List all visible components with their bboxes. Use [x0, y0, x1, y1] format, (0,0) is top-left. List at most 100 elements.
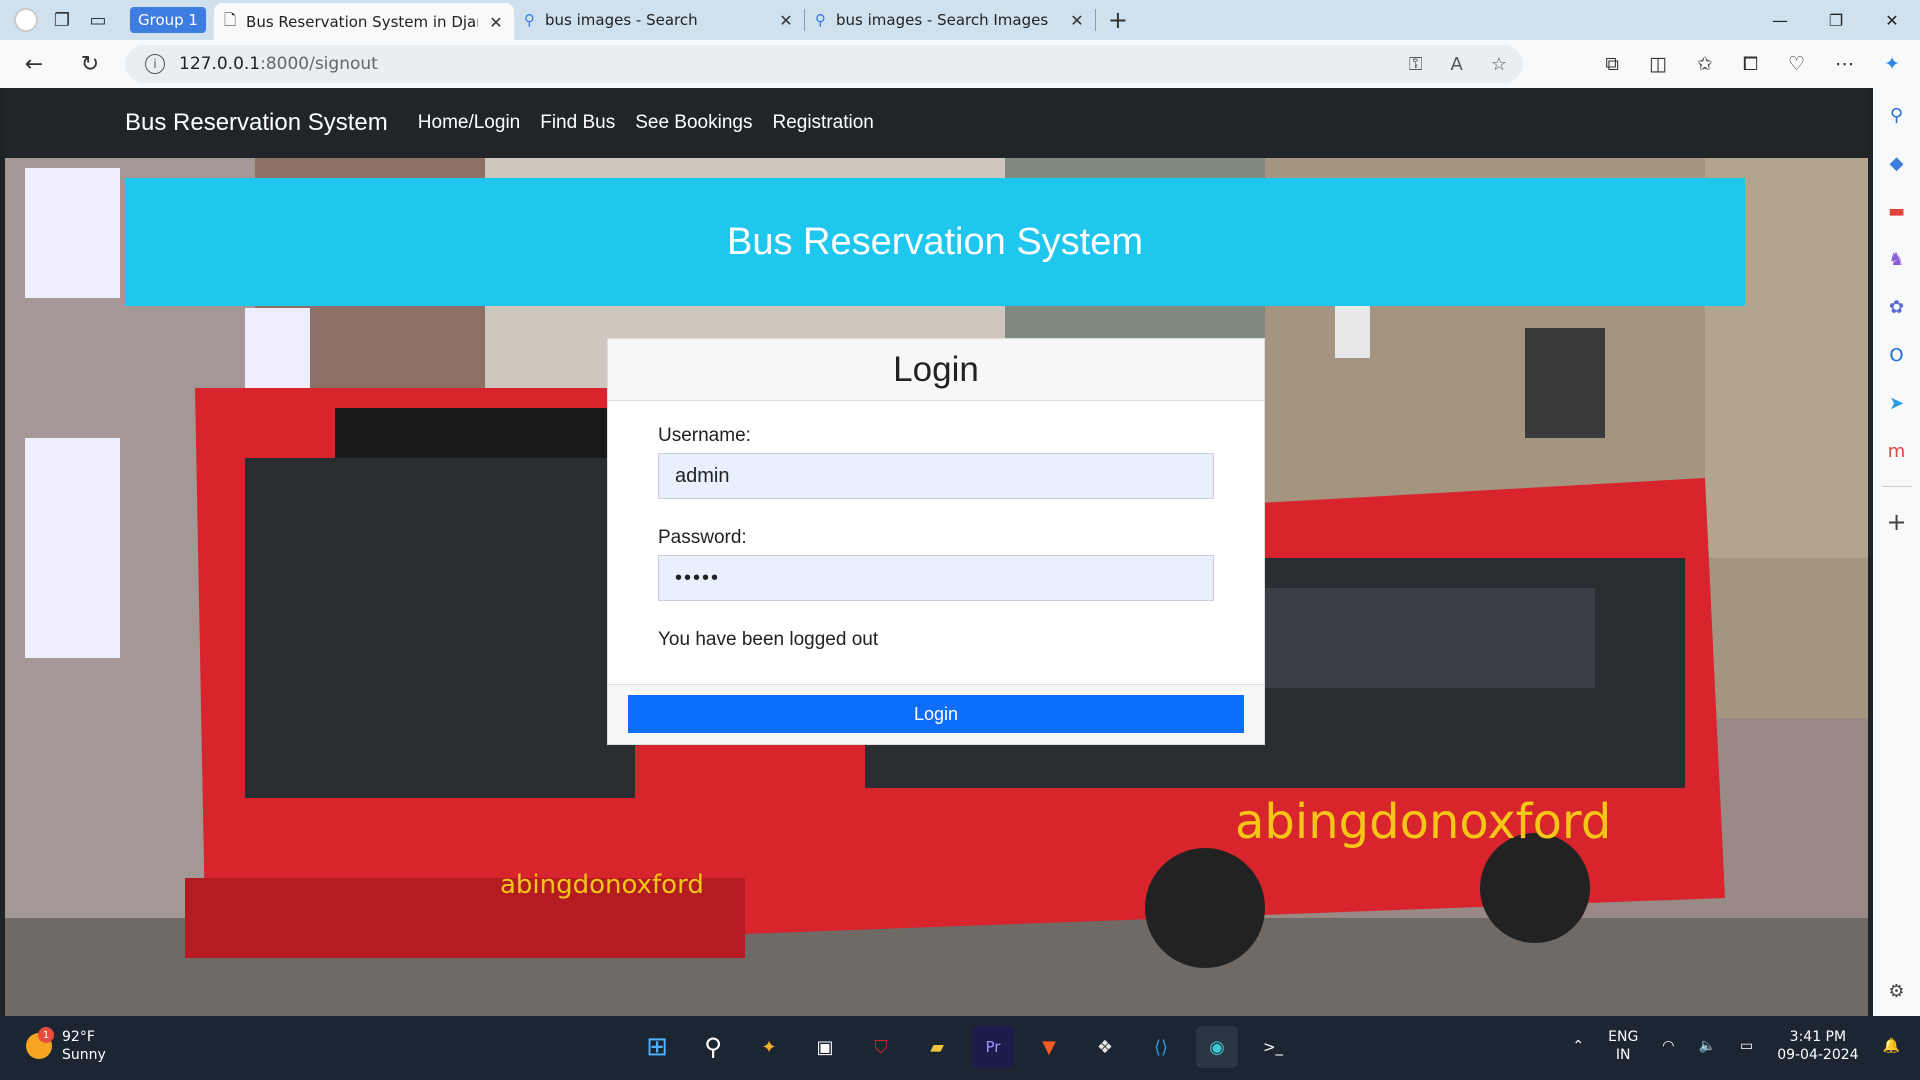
- m365-icon[interactable]: ✿: [1884, 294, 1910, 320]
- login-button[interactable]: Login: [628, 695, 1244, 733]
- region-code: IN: [1615, 1047, 1631, 1063]
- clock-date: 09-04-2024: [1777, 1047, 1859, 1063]
- split-screen-icon[interactable]: ◫: [1649, 53, 1667, 75]
- password-label: Password:: [658, 527, 747, 548]
- lang-code: ENG: [1608, 1029, 1639, 1045]
- copilot-preview-icon[interactable]: ✦: [748, 1026, 790, 1068]
- url-field[interactable]: i 127.0.0.1:8000/signout ⚿ A ☆: [125, 45, 1523, 83]
- games-icon[interactable]: ♞: [1884, 246, 1910, 272]
- nav-registration[interactable]: Registration: [772, 112, 873, 134]
- search-icon: ⚲: [523, 11, 535, 29]
- navbar-brand[interactable]: Bus Reservation System: [125, 109, 388, 137]
- key-icon[interactable]: ⚿: [1409, 54, 1423, 75]
- battery-icon[interactable]: ▭: [1740, 1038, 1753, 1054]
- collections-icon[interactable]: ⧠: [1743, 53, 1758, 75]
- url-path: :8000/signout: [260, 54, 378, 74]
- add-sidebar-app-icon[interactable]: +: [1884, 508, 1910, 536]
- taskbar-apps: ⊞ ⚲ ✦ ▣ ⛉ ▰ Pr ▼ ❖ ⟨⟩ ◉ >_: [636, 1026, 1294, 1068]
- clock[interactable]: 3:41 PM 09-04-2024: [1777, 1028, 1858, 1064]
- app-m-icon[interactable]: m: [1884, 438, 1910, 464]
- close-window-icon[interactable]: ✕: [1864, 0, 1920, 40]
- premiere-pro-icon[interactable]: Pr: [972, 1026, 1014, 1068]
- terminal-icon[interactable]: >_: [1252, 1026, 1294, 1068]
- tab-actions-icon[interactable]: ▭: [80, 2, 116, 38]
- site-info-icon[interactable]: i: [145, 54, 165, 74]
- nav-see-bookings[interactable]: See Bookings: [635, 112, 752, 134]
- svg-text:abingdonoxford: abingdonoxford: [1235, 794, 1611, 850]
- close-tab-icon[interactable]: ✕: [778, 11, 794, 30]
- logout-message: You have been logged out: [658, 629, 879, 650]
- taskbar: 1 92°F Sunny ⊞ ⚲ ✦ ▣ ⛉ ▰ Pr ▼ ❖ ⟨⟩ ◉ >_ …: [0, 1016, 1920, 1080]
- copilot-icon[interactable]: ✦: [1884, 53, 1900, 75]
- sidebar-settings-icon[interactable]: ⚙: [1884, 978, 1910, 1004]
- system-tray: ⌃ ENG IN ◠ 🔈 ▭ 3:41 PM 09-04-2024 🔔: [1572, 1028, 1900, 1064]
- tab-group-label[interactable]: Group 1: [130, 7, 206, 33]
- task-view-icon[interactable]: ▣: [804, 1026, 846, 1068]
- temperature: 92°F: [62, 1029, 95, 1045]
- browser-essentials-icon[interactable]: ♡: [1788, 53, 1805, 75]
- restore-icon[interactable]: ❐: [1808, 0, 1864, 40]
- tab-bus-images-search-images[interactable]: ⚲ bus images - Search Images ✕: [805, 0, 1095, 40]
- language-indicator[interactable]: ENG IN: [1608, 1028, 1638, 1064]
- file-explorer-icon[interactable]: ▰: [916, 1026, 958, 1068]
- shopping-tag-icon[interactable]: ◆: [1884, 150, 1910, 176]
- outlook-icon[interactable]: O: [1884, 342, 1910, 368]
- weather-condition: Sunny: [62, 1047, 106, 1063]
- drop-icon[interactable]: ➤: [1884, 390, 1910, 416]
- close-tab-icon[interactable]: ✕: [488, 13, 504, 32]
- sidebar-divider: [1881, 486, 1912, 487]
- url-host: 127.0.0.1: [179, 54, 261, 74]
- search-icon[interactable]: ⚲: [1884, 102, 1910, 128]
- search-icon: ⚲: [814, 11, 826, 29]
- start-icon[interactable]: ⊞: [636, 1026, 678, 1068]
- hero-banner: Bus Reservation System: [125, 178, 1745, 306]
- favorites-icon[interactable]: ✩: [1697, 53, 1713, 75]
- search-icon[interactable]: ⚲: [692, 1026, 734, 1068]
- login-card: Login Username: admin Password: ••••• Yo…: [607, 338, 1265, 745]
- page-viewport: Bus Reservation System Home/Login Find B…: [5, 88, 1868, 1016]
- login-form: Username: admin Password: ••••• You have…: [608, 401, 1264, 651]
- workspaces-icon[interactable]: ❐: [44, 2, 80, 38]
- clock-time: 3:41 PM: [1789, 1029, 1847, 1045]
- tools-icon[interactable]: ▬: [1884, 198, 1910, 224]
- tab-separator: [1094, 9, 1096, 31]
- svg-text:abingdonoxford: abingdonoxford: [500, 870, 704, 900]
- page-icon: 🗋: [223, 10, 237, 29]
- new-tab-icon[interactable]: +: [1100, 2, 1136, 38]
- nav-home-login[interactable]: Home/Login: [418, 112, 520, 134]
- browser-tools: ⧉ ◫ ✩ ⧠ ♡ ⋯ ✦: [1605, 40, 1900, 88]
- show-hidden-icons[interactable]: ⌃: [1572, 1038, 1584, 1054]
- tab-title: bus images - Search: [544, 11, 698, 29]
- sun-icon: 1: [26, 1027, 54, 1059]
- nav-find-bus[interactable]: Find Bus: [540, 112, 615, 134]
- weather-widget[interactable]: 1 92°F Sunny: [26, 1027, 106, 1064]
- vscode-icon[interactable]: ⟨⟩: [1140, 1026, 1182, 1068]
- minimize-icon[interactable]: —: [1752, 0, 1808, 40]
- extensions-icon[interactable]: ⧉: [1605, 53, 1619, 75]
- notification-badge: 1: [38, 1027, 54, 1043]
- volume-icon[interactable]: 🔈: [1699, 1038, 1716, 1054]
- username-input[interactable]: admin: [658, 453, 1214, 499]
- profile-avatar[interactable]: [8, 2, 44, 38]
- hero-title: Bus Reservation System: [726, 220, 1144, 263]
- favorite-star-icon[interactable]: ☆: [1491, 54, 1507, 75]
- username-label: Username:: [658, 425, 751, 446]
- window-controls: — ❐ ✕: [1752, 0, 1920, 40]
- login-card-footer: Login: [608, 684, 1264, 744]
- browser-tab-bar: ❐ ▭ Group 1 🗋 Bus Reservation System in …: [0, 0, 1920, 41]
- refresh-icon[interactable]: ↻: [68, 42, 112, 86]
- back-icon[interactable]: ←: [12, 42, 56, 86]
- davinci-resolve-icon[interactable]: ❖: [1084, 1026, 1126, 1068]
- site-navbar: Bus Reservation System Home/Login Find B…: [5, 88, 1868, 158]
- notifications-bell-icon[interactable]: 🔔: [1883, 1038, 1900, 1054]
- wifi-icon[interactable]: ◠: [1662, 1038, 1674, 1054]
- tab-bus-images-search[interactable]: ⚲ bus images - Search ✕: [514, 0, 804, 40]
- edge-icon[interactable]: ◉: [1196, 1026, 1238, 1068]
- brave-icon[interactable]: ▼: [1028, 1026, 1070, 1068]
- tab-bus-reservation[interactable]: 🗋 Bus Reservation System in Djang ✕: [213, 3, 514, 41]
- read-aloud-icon[interactable]: A: [1451, 54, 1463, 75]
- password-input[interactable]: •••••: [658, 555, 1214, 601]
- mcafee-icon[interactable]: ⛉: [860, 1026, 902, 1068]
- more-menu-icon[interactable]: ⋯: [1835, 53, 1854, 75]
- close-tab-icon[interactable]: ✕: [1069, 11, 1085, 30]
